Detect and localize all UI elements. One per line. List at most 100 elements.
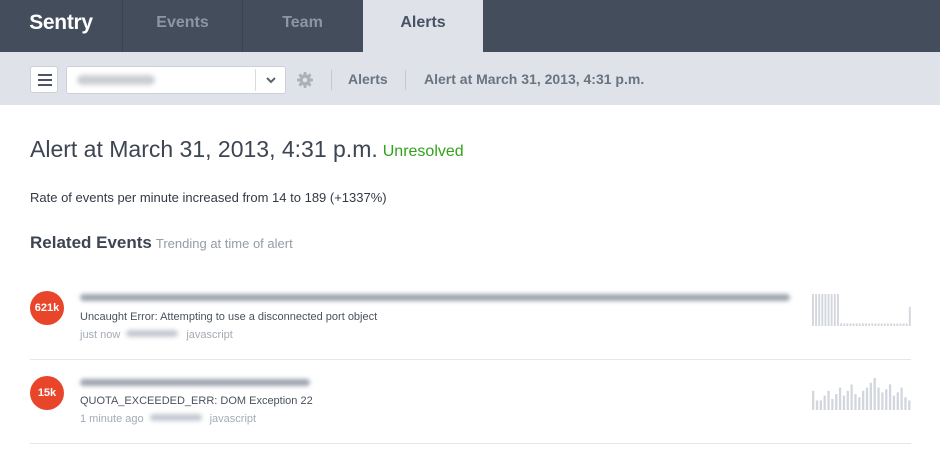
spark-bar bbox=[846, 390, 849, 410]
spark-bar bbox=[819, 400, 822, 410]
spark-bar bbox=[843, 323, 846, 326]
event-platform: javascript bbox=[186, 329, 233, 341]
event-message[interactable]: QUOTA_EXCEEDED_ERR: DOM Exception 22 bbox=[80, 395, 313, 407]
event-meta: just now javascript bbox=[80, 329, 233, 341]
spark-bar bbox=[881, 392, 884, 410]
sub-nav: Alerts Alert at March 31, 2013, 4:31 p.m… bbox=[0, 52, 940, 105]
spark-bar bbox=[812, 390, 815, 410]
spark-bar bbox=[904, 397, 907, 410]
spark-bar bbox=[883, 323, 886, 326]
tab-events[interactable]: Events bbox=[122, 0, 242, 52]
spark-bar bbox=[827, 390, 830, 410]
spark-bar bbox=[833, 294, 836, 326]
sentry-logo[interactable]: Sentry bbox=[0, 0, 122, 52]
select-divider bbox=[255, 69, 256, 91]
spark-bar bbox=[885, 389, 888, 410]
spark-bar bbox=[827, 294, 830, 326]
spark-bar bbox=[877, 323, 880, 326]
hamburger-icon bbox=[38, 74, 52, 76]
related-events-subtitle: Trending at time of alert bbox=[155, 236, 293, 251]
spark-bar bbox=[865, 323, 868, 326]
spark-bar bbox=[852, 323, 855, 326]
spark-bar bbox=[830, 294, 833, 326]
event-title-redacted bbox=[80, 294, 790, 301]
spark-bar bbox=[908, 306, 911, 326]
spark-bar bbox=[812, 294, 814, 326]
breadcrumb-alerts[interactable]: Alerts bbox=[348, 71, 388, 87]
spark-bar bbox=[874, 323, 877, 326]
spark-bar bbox=[862, 323, 864, 326]
spark-bar bbox=[905, 323, 908, 326]
alert-description: Rate of events per minute increased from… bbox=[30, 190, 387, 205]
spark-bar bbox=[821, 294, 824, 326]
spark-bar bbox=[858, 323, 861, 326]
spark-bar bbox=[815, 294, 818, 326]
related-events-title: Related Events bbox=[30, 233, 152, 252]
event-sparkline bbox=[812, 294, 911, 326]
related-events-heading: Related Events Trending at time of alert bbox=[30, 233, 293, 253]
spark-bar bbox=[837, 294, 839, 326]
event-row[interactable]: 621k Uncaught Error: Attempting to use a… bbox=[30, 275, 911, 360]
spark-bar bbox=[877, 387, 880, 410]
menu-button[interactable] bbox=[30, 66, 58, 93]
alert-title: Alert at March 31, 2013, 4:31 p.m. bbox=[30, 136, 378, 162]
project-select[interactable] bbox=[66, 66, 286, 94]
gear-icon[interactable] bbox=[296, 71, 314, 89]
event-platform: javascript bbox=[209, 413, 257, 425]
spark-bar bbox=[868, 323, 871, 326]
event-meta: 1 minute ago javascript bbox=[80, 413, 256, 425]
spark-bar bbox=[862, 390, 865, 410]
spark-bar bbox=[838, 387, 842, 410]
spark-bar bbox=[835, 394, 838, 410]
spark-bar bbox=[892, 395, 896, 410]
event-title-redacted bbox=[80, 379, 310, 386]
spark-bar bbox=[865, 387, 869, 410]
spark-bar bbox=[854, 394, 857, 410]
tab-team[interactable]: Team bbox=[242, 0, 362, 52]
spark-bar bbox=[815, 400, 819, 410]
spark-bar bbox=[846, 323, 849, 326]
event-sparkline bbox=[812, 378, 911, 410]
spark-bar bbox=[823, 395, 826, 410]
spark-bar bbox=[899, 323, 902, 326]
spark-bar bbox=[849, 323, 852, 326]
event-time: just now bbox=[80, 329, 121, 341]
event-user-redacted bbox=[126, 330, 179, 337]
hamburger-icon bbox=[38, 84, 52, 86]
spark-bar bbox=[831, 398, 834, 410]
top-nav: Sentry Events Team Alerts bbox=[0, 0, 940, 52]
spark-bar bbox=[850, 384, 853, 410]
spark-bar bbox=[855, 323, 858, 326]
spark-bar bbox=[880, 323, 883, 326]
spark-bar bbox=[869, 382, 872, 410]
spark-bar bbox=[900, 387, 903, 410]
event-row[interactable]: 15k QUOTA_EXCEEDED_ERR: DOM Exception 22… bbox=[30, 359, 911, 444]
breadcrumb-separator bbox=[405, 70, 406, 90]
spark-bar bbox=[871, 323, 874, 326]
spark-bar bbox=[893, 323, 896, 326]
spark-bar bbox=[890, 323, 893, 326]
chevron-down-icon[interactable] bbox=[264, 73, 278, 87]
breadcrumb-separator bbox=[331, 70, 332, 90]
spark-bar bbox=[896, 392, 899, 410]
spark-bar bbox=[902, 323, 905, 326]
event-message[interactable]: Uncaught Error: Attempting to use a disc… bbox=[80, 311, 377, 323]
spark-bar bbox=[840, 323, 843, 326]
tab-alerts[interactable]: Alerts bbox=[363, 0, 483, 52]
event-count-badge: 621k bbox=[30, 291, 64, 325]
event-time: 1 minute ago bbox=[80, 413, 144, 425]
spark-bar bbox=[888, 384, 892, 410]
status-badge: Unresolved bbox=[382, 143, 464, 160]
event-user-redacted bbox=[149, 414, 202, 421]
spark-bar bbox=[818, 294, 821, 326]
spark-bar bbox=[887, 323, 889, 326]
spark-bar bbox=[873, 378, 876, 410]
event-count-badge: 15k bbox=[30, 376, 64, 410]
project-name-redacted bbox=[77, 75, 155, 85]
spark-bar bbox=[842, 395, 846, 410]
spark-bar bbox=[824, 294, 827, 326]
spark-bar bbox=[896, 323, 899, 326]
spark-bar bbox=[908, 400, 911, 410]
page-title: Alert at March 31, 2013, 4:31 p.m. Unreso… bbox=[30, 136, 464, 163]
breadcrumb-current-alert: Alert at March 31, 2013, 4:31 p.m. bbox=[424, 71, 645, 87]
